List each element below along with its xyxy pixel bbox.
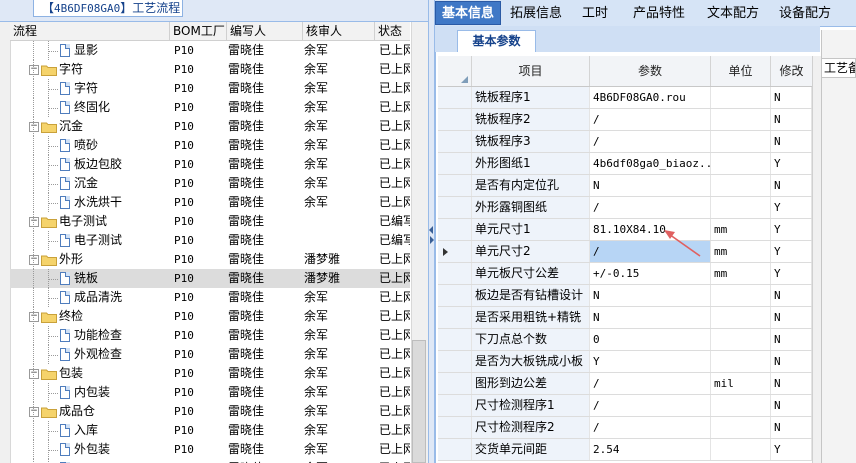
annotation-arrow [664, 230, 701, 257]
